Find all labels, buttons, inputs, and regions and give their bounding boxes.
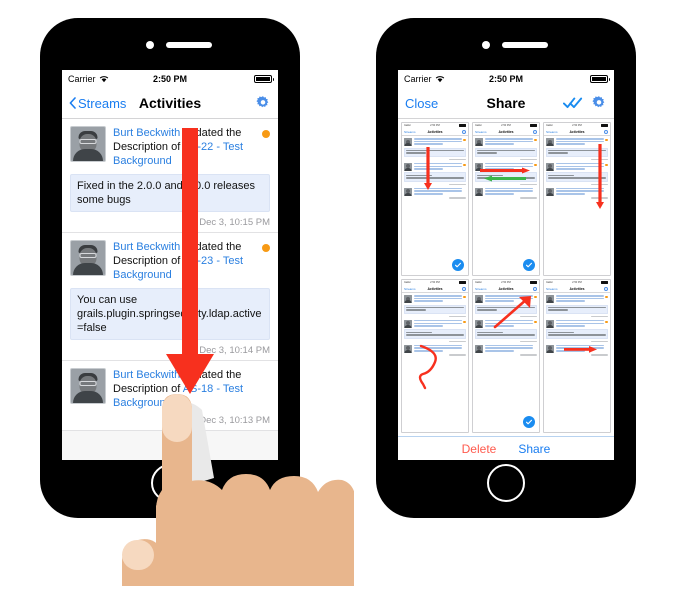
delete-button[interactable]: Delete	[462, 442, 497, 456]
navigation-bar: Streams Activities	[62, 88, 278, 119]
close-button[interactable]: Close	[405, 96, 438, 111]
thumb-title: Activities	[498, 286, 514, 291]
battery-icon	[254, 75, 274, 83]
back-button-label: Streams	[78, 95, 127, 111]
thumb-time: 2:50 PM	[430, 124, 440, 127]
gear-icon[interactable]	[255, 95, 271, 111]
unread-indicator-dot	[262, 130, 270, 138]
double-check-icon[interactable]	[563, 96, 583, 110]
status-bar-time: 2:50 PM	[152, 74, 187, 84]
thumb-nav-bar: Streams Activities	[473, 285, 539, 293]
thumbnail-item[interactable]: Carrier 2:50 PM Streams Activities	[543, 122, 611, 276]
thumb-annotation-arrow	[424, 147, 433, 191]
gear-icon[interactable]	[591, 95, 607, 111]
navigation-bar-right	[563, 95, 607, 111]
thumbnail-item[interactable]: Carrier 2:50 PM Streams Activities	[401, 122, 469, 276]
status-bar-right	[590, 75, 610, 83]
status-bar-right	[254, 75, 274, 83]
battery-icon	[590, 75, 610, 83]
thumb-nav-bar: Streams Activities	[544, 285, 610, 293]
thumb-nav-bar: Streams Activities	[402, 128, 468, 136]
thumb-time: 2:50 PM	[501, 281, 511, 284]
earpiece-speaker	[502, 42, 548, 48]
right-phone-screen: Carrier 2:50 PM Close Share Carrier 2:50…	[398, 70, 614, 460]
thumb-time: 2:50 PM	[501, 124, 511, 127]
thumb-annotation-arrow	[563, 346, 597, 354]
status-bar: Carrier 2:50 PM	[62, 70, 278, 88]
thumb-title: Activities	[569, 286, 585, 291]
thumb-annotation-squiggle	[418, 344, 437, 390]
thumb-annotation-arrows	[479, 167, 530, 182]
thumb-time: 2:50 PM	[430, 281, 440, 284]
chevron-left-icon	[69, 97, 76, 109]
earpiece-speaker	[166, 42, 212, 48]
thumb-nav-bar: Streams Activities	[544, 128, 610, 136]
thumb-title: Activities	[569, 129, 585, 134]
thumb-title: Activities	[498, 129, 514, 134]
front-camera-icon	[146, 41, 154, 49]
thumbnail-item[interactable]: Carrier 2:50 PM Streams Activities	[401, 279, 469, 433]
thumbnail-grid[interactable]: Carrier 2:50 PM Streams Activities Carri…	[398, 119, 614, 436]
thumb-time: 2:50 PM	[572, 124, 582, 127]
avatar	[70, 126, 106, 162]
pointing-hand	[104, 386, 356, 586]
thumb-time: 2:50 PM	[572, 281, 582, 284]
swipe-down-arrow	[160, 128, 220, 396]
avatar	[70, 240, 106, 276]
thumb-selected-badge[interactable]	[523, 259, 535, 271]
thumbnail-item[interactable]: Carrier 2:50 PM Streams Activities	[472, 122, 540, 276]
right-phone-frame: Carrier 2:50 PM Close Share Carrier 2:50…	[376, 18, 636, 518]
thumb-annotation-arrow	[596, 144, 605, 210]
thumb-selected-badge[interactable]	[523, 416, 535, 428]
thumb-body	[402, 136, 468, 204]
thumb-selected-badge[interactable]	[452, 259, 464, 271]
thumb-nav-bar: Streams Activities	[473, 128, 539, 136]
status-bar-time: 2:50 PM	[488, 74, 523, 84]
thumbnail-item[interactable]: Carrier 2:50 PM Streams Activities	[472, 279, 540, 433]
thumb-title: Activities	[427, 286, 443, 291]
screenshot-stage: Carrier 2:50 PM Streams Activities Burt …	[0, 0, 700, 586]
navigation-bar: Close Share	[398, 88, 614, 119]
status-bar: Carrier 2:50 PM	[398, 70, 614, 88]
unread-indicator-dot	[262, 244, 270, 252]
thumb-title: Activities	[427, 129, 443, 134]
share-screenshot-grid: Carrier 2:50 PM Streams Activities Carri…	[398, 119, 614, 460]
navigation-bar-right	[255, 95, 271, 111]
bottom-toolbar: Delete Share	[398, 436, 614, 460]
back-button-streams[interactable]: Streams	[69, 96, 126, 111]
share-button[interactable]: Share	[518, 442, 550, 456]
thumbnail-item[interactable]: Carrier 2:50 PM Streams Activities	[543, 279, 611, 433]
thumb-nav-bar: Streams Activities	[402, 285, 468, 293]
thumb-annotation-diagonal-arrow	[493, 296, 531, 329]
front-camera-icon	[482, 41, 490, 49]
avatar	[70, 368, 106, 404]
home-button[interactable]	[487, 464, 525, 502]
